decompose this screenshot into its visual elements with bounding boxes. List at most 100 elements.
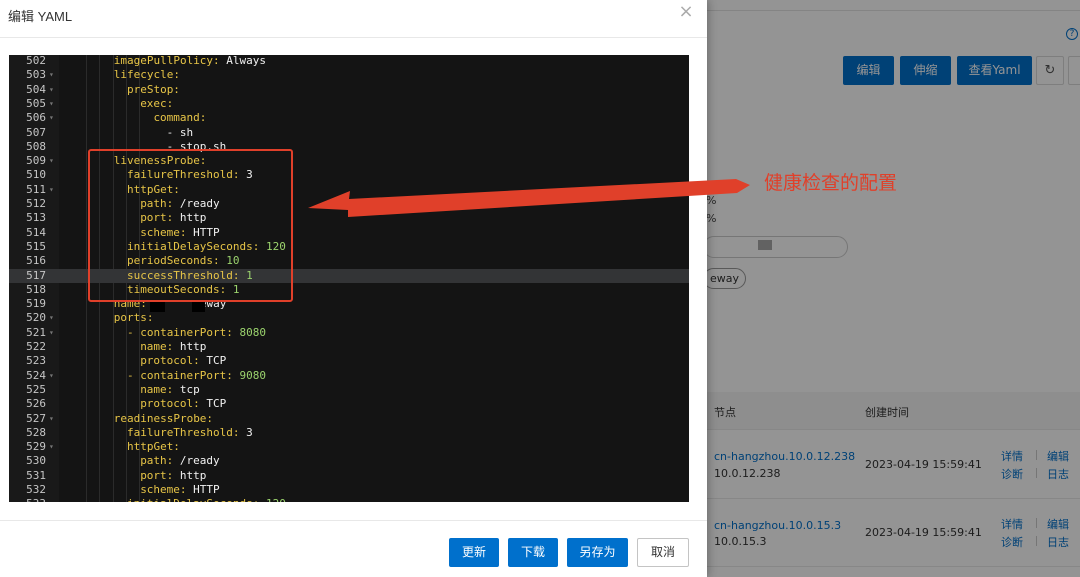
fold-toggle-icon[interactable]: ▾ — [49, 440, 54, 454]
yaml-value: 9080 — [232, 368, 267, 382]
yaml-key: preStop: — [126, 82, 180, 96]
yaml-value: 3 — [239, 425, 253, 439]
yaml-key: port: — [140, 468, 174, 482]
yaml-value: HTTP — [186, 483, 220, 496]
line-number: 529 — [26, 440, 46, 454]
update-button[interactable]: 更新 — [449, 538, 499, 567]
yaml-key: failureThreshold: — [126, 425, 240, 439]
line-number: 504 — [26, 82, 46, 96]
header-divider — [0, 37, 707, 38]
line-number: 516 — [26, 254, 46, 268]
yaml-key: - containerPort: — [126, 325, 233, 339]
line-number: 513 — [26, 211, 46, 225]
annotation-arrow — [308, 179, 750, 217]
line-number: 506 — [26, 111, 46, 125]
code-line[interactable]: 522 name: http — [9, 340, 689, 354]
code-line[interactable]: 507 - sh — [9, 126, 689, 140]
code-line[interactable]: 502 imagePullPolicy: Always — [9, 55, 689, 68]
line-number: 520 — [26, 311, 46, 325]
code-line[interactable]: 520 ▾ ports: — [9, 311, 689, 325]
line-number: 515 — [26, 239, 46, 253]
yaml-key: httpGet: — [126, 440, 180, 454]
code-line[interactable]: 531 port: http — [9, 469, 689, 483]
code-line[interactable]: 529 ▾ httpGet: — [9, 440, 689, 454]
yaml-value: Always — [219, 55, 267, 67]
code-line[interactable]: 528 failureThreshold: 3 — [9, 426, 689, 440]
line-number: 512 — [26, 197, 46, 210]
fold-toggle-icon[interactable]: ▾ — [49, 154, 54, 168]
yaml-key: protocol: — [140, 397, 200, 411]
fold-toggle-icon[interactable]: ▾ — [49, 311, 54, 325]
code-line[interactable]: 530 path: /ready — [9, 454, 689, 468]
yaml-value: TCP — [199, 397, 227, 411]
yaml-value: /ready — [173, 454, 220, 468]
annotation-highlight-box — [88, 149, 293, 302]
yaml-value: - sh — [166, 125, 194, 139]
line-number: 531 — [26, 468, 46, 482]
yaml-key: protocol: — [140, 354, 200, 368]
fold-toggle-icon[interactable]: ▾ — [49, 68, 54, 82]
yaml-value: 8080 — [232, 325, 267, 339]
yaml-key: scheme: — [140, 483, 187, 496]
line-number: 526 — [26, 397, 46, 411]
fold-toggle-icon[interactable]: ▾ — [49, 111, 54, 125]
yaml-key: name: — [140, 382, 174, 396]
line-number: 503 — [26, 68, 46, 82]
code-line[interactable]: 532 scheme: HTTP — [9, 483, 689, 497]
line-number: 505 — [26, 96, 46, 110]
save-as-button[interactable]: 另存为 — [567, 538, 628, 567]
yaml-key: name: — [140, 340, 174, 353]
line-number: 524 — [26, 368, 46, 382]
yaml-value: TCP — [199, 354, 227, 368]
yaml-key: readinessProbe: — [113, 411, 214, 425]
line-number: 527 — [26, 411, 46, 425]
yaml-key: imagePullPolicy: — [113, 55, 220, 67]
yaml-key: lifecycle: — [113, 68, 180, 82]
line-number: 517 — [26, 268, 46, 282]
fold-toggle-icon[interactable]: ▾ — [49, 83, 54, 97]
line-number: 528 — [26, 425, 46, 439]
line-number: 509 — [26, 154, 46, 168]
fold-toggle-icon[interactable]: ▾ — [49, 326, 54, 340]
line-number: 510 — [26, 168, 46, 182]
code-line[interactable]: 526 protocol: TCP — [9, 397, 689, 411]
yaml-key: exec: — [140, 96, 174, 110]
yaml-value: http — [173, 340, 207, 353]
yaml-value: 120 — [259, 497, 286, 502]
line-number: 507 — [26, 125, 46, 139]
line-number: 530 — [26, 454, 46, 468]
code-line[interactable]: 521 ▾ - containerPort: 8080 — [9, 326, 689, 340]
code-line[interactable]: 503 ▾ lifecycle: — [9, 68, 689, 82]
line-number: 521 — [26, 325, 46, 339]
code-line[interactable]: 504 ▾ preStop: — [9, 83, 689, 97]
line-number: 523 — [26, 354, 46, 368]
code-line[interactable]: 524 ▾ - containerPort: 9080 — [9, 369, 689, 383]
yaml-key: - containerPort: — [126, 368, 233, 382]
annotation-label: 健康检查的配置 — [764, 172, 898, 194]
line-number: 532 — [26, 483, 46, 496]
yaml-key: initialDelaySeconds: — [127, 497, 259, 502]
code-line[interactable]: 525 name: tcp — [9, 383, 689, 397]
line-number: 533 — [9, 497, 46, 502]
line-number: 519 — [26, 297, 46, 311]
download-button[interactable]: 下载 — [508, 538, 558, 567]
fold-toggle-icon[interactable]: ▾ — [49, 412, 54, 426]
yaml-value: http — [173, 468, 207, 482]
code-line[interactable]: 523 protocol: TCP — [9, 354, 689, 368]
line-number: 511 — [26, 182, 46, 196]
code-line[interactable]: 527 ▾ readinessProbe: — [9, 412, 689, 426]
fold-toggle-icon[interactable]: ▾ — [49, 369, 54, 383]
line-number: 522 — [26, 340, 46, 353]
cancel-button[interactable]: 取消 — [637, 538, 689, 567]
fold-toggle-icon[interactable]: ▾ — [49, 97, 54, 111]
code-line[interactable]: 533 initialDelaySeconds: 120 — [9, 497, 689, 502]
close-icon[interactable]: × — [677, 3, 695, 21]
edit-yaml-dialog: 编辑 YAML × 502 imagePullPolicy: Always 503 ▾… — [0, 0, 707, 577]
code-line[interactable]: 505 ▾ exec: — [9, 97, 689, 111]
yaml-value: tcp — [173, 382, 200, 396]
dialog-title: 编辑 YAML — [8, 9, 73, 24]
code-line[interactable]: 506 ▾ command: — [9, 111, 689, 125]
fold-toggle-icon[interactable]: ▾ — [49, 183, 54, 197]
yaml-key: ports: — [113, 311, 154, 325]
line-number: 514 — [26, 225, 46, 239]
